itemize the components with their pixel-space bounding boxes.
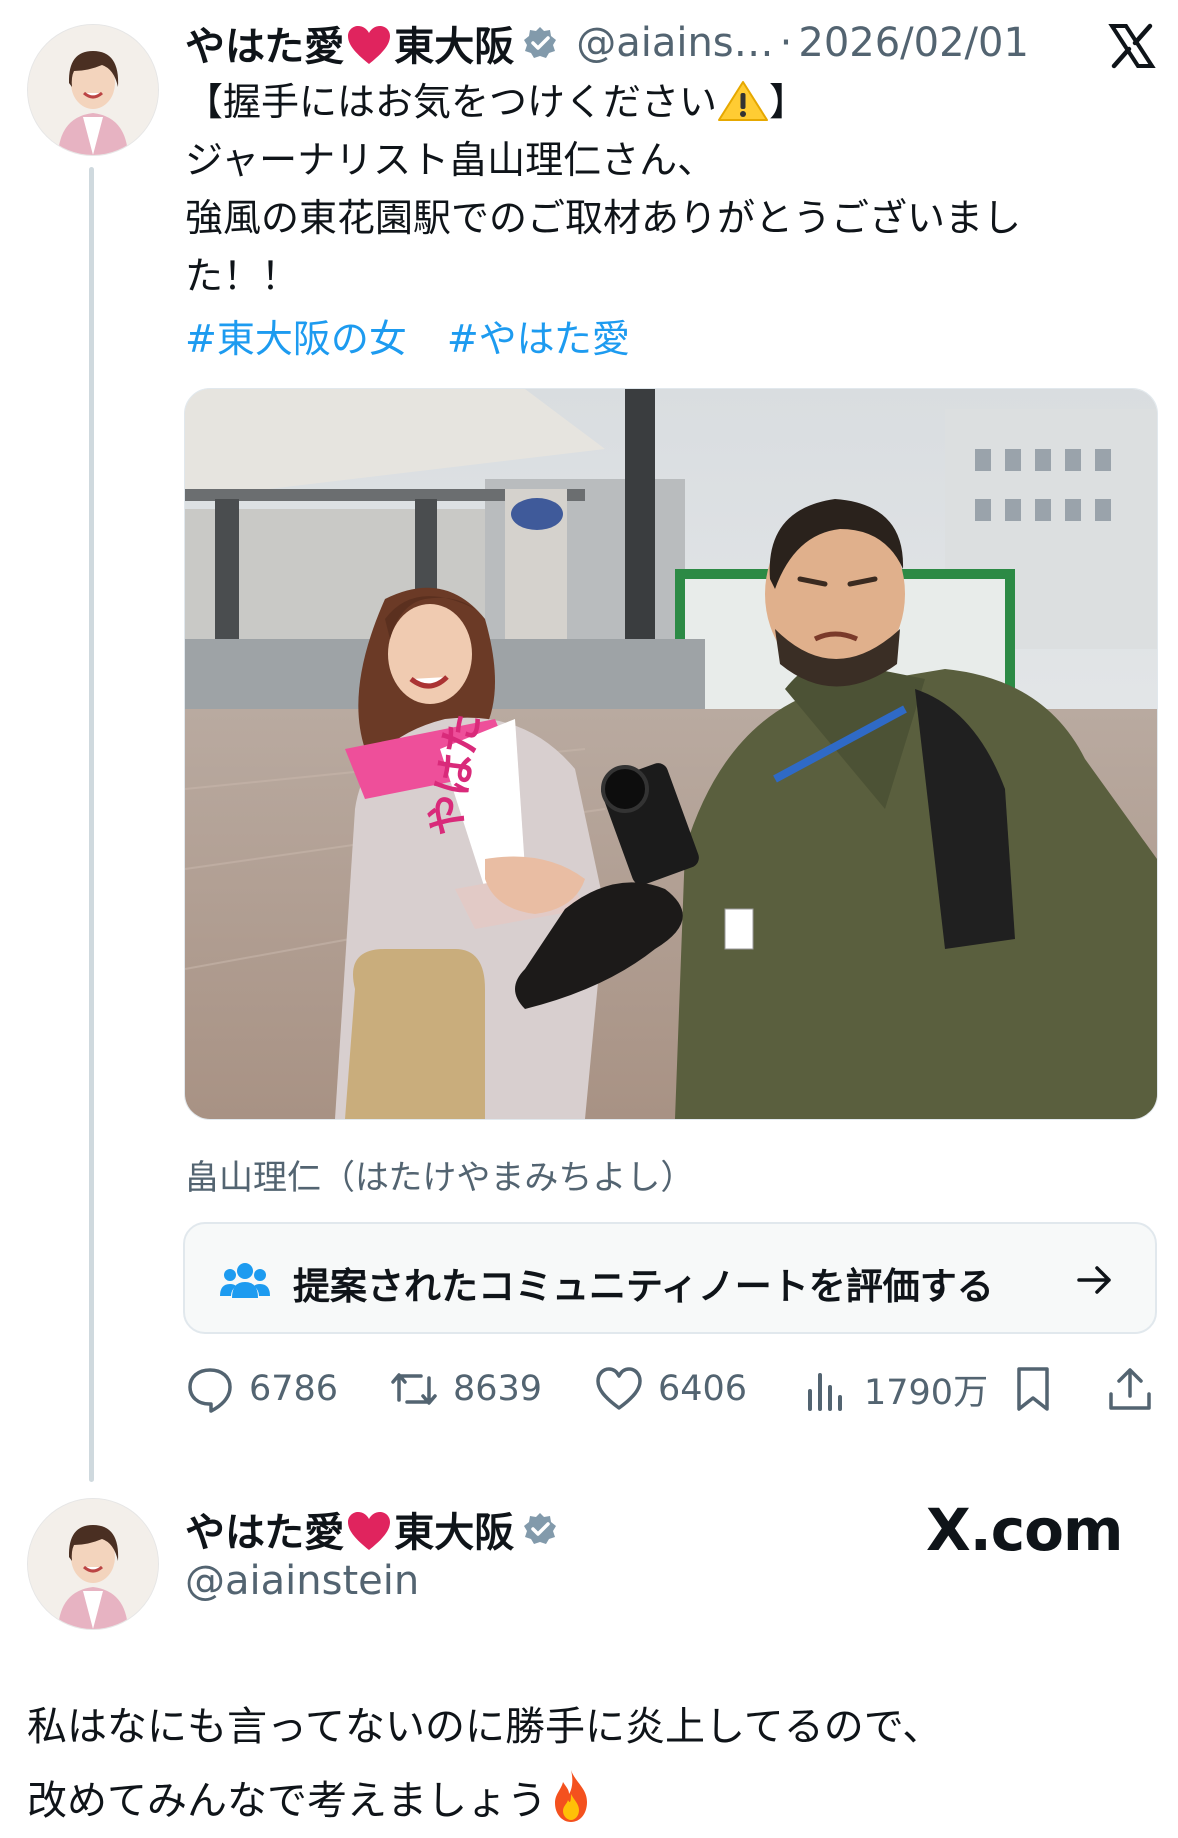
fire-emoji-icon [555, 1770, 587, 1822]
x-logo-icon[interactable] [1108, 22, 1156, 70]
verified-badge-icon [524, 1513, 557, 1544]
profile-name[interactable]: やはた愛 東大阪 [185, 1500, 514, 1558]
hashtags: #東大阪の女 #やはた愛 [185, 308, 670, 363]
avatar-image [28, 1499, 158, 1629]
reply-icon [188, 1368, 232, 1413]
views-count: 1790万 [864, 1373, 989, 1413]
tweet-date[interactable]: 2026/02/01 [798, 20, 1029, 66]
tweet-text-line-4: た！！ [185, 254, 300, 298]
repost-action[interactable]: 8639 [389, 1364, 542, 1414]
views-icon [808, 1372, 842, 1411]
repost-icon [391, 1373, 437, 1405]
profile-handle[interactable]: @aiainstein [185, 1558, 419, 1604]
reply-action[interactable]: 6786 [185, 1364, 338, 1414]
author-name[interactable]: やはた愛 東大阪 [185, 14, 514, 72]
photo-caption: 畠山理仁（はたけやまみちよし） [185, 1158, 695, 1198]
tweet-text-line-1: 【握手にはお気をつけください】 [185, 80, 808, 124]
tweet-text: 【握手にはお気をつけください】 ジャーナリスト畠山理仁さん、 強風の東花園駅での… [185, 73, 1145, 305]
photo-illustration: やはた [185, 389, 1157, 1119]
like-count: 6406 [658, 1369, 748, 1409]
repost-count: 8639 [453, 1369, 543, 1409]
arrow-right-icon [1077, 1266, 1111, 1294]
views-action[interactable]: 1790万 [800, 1364, 988, 1415]
reply-text-line-1: 私はなにも言ってないのに勝手に炎上してるので、 [27, 1704, 943, 1750]
profile-avatar[interactable] [27, 1498, 159, 1630]
xcom-brand: X.com [926, 1496, 1123, 1564]
like-action[interactable]: 6406 [594, 1364, 747, 1414]
verified-badge-icon [524, 27, 557, 58]
like-icon [596, 1367, 642, 1410]
author-handle[interactable]: @aiains… [576, 20, 773, 66]
community-icon [220, 1263, 270, 1298]
hashtag-link[interactable]: #やはた愛 [447, 317, 630, 361]
profile-name-row: やはた愛 東大阪 [185, 1500, 558, 1558]
separator-dot: · [779, 20, 793, 66]
heart-emoji-icon [348, 1512, 391, 1550]
tweet-photo[interactable]: やはた [184, 388, 1158, 1120]
hashtag-link[interactable]: #東大阪の女 [185, 317, 407, 361]
heart-emoji-icon [348, 26, 391, 64]
reply-text: 私はなにも言ってないのに勝手に炎上してるので、 改めてみんなで考えましょう [27, 1690, 1157, 1838]
share-icon[interactable] [1105, 1364, 1155, 1414]
reply-count: 6786 [249, 1369, 339, 1409]
tweet-header: やはた愛 東大阪 @aiains… · 2026/02/01 [185, 14, 1105, 72]
tweet-text-line-3: 強風の東花園駅でのご取材ありがとうございまし [185, 196, 1022, 240]
community-note-label: 提案されたコミュニティノートを評価する [293, 1265, 994, 1308]
bookmark-icon[interactable] [1008, 1364, 1058, 1414]
warning-emoji-icon [718, 81, 769, 121]
tweet-text-line-2: ジャーナリスト畠山理仁さん、 [185, 138, 716, 182]
avatar-image [28, 25, 158, 155]
author-avatar[interactable] [27, 24, 159, 156]
reply-text-line-2: 改めてみんなで考えましょう [27, 1764, 1157, 1838]
thread-line [89, 167, 94, 1482]
